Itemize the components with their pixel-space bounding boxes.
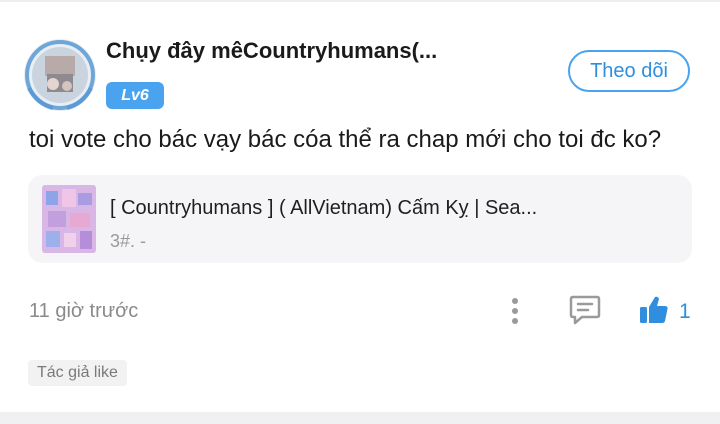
linked-story-card[interactable]: [ Countryhumans ] ( AllVietnam) Cấm Kỵ |… xyxy=(28,175,692,263)
story-thumbnail xyxy=(42,185,96,253)
level-badge: Lv6 xyxy=(106,82,164,109)
username[interactable]: Chụy đây mêCountryhumans(... xyxy=(106,38,437,64)
chat-bubble-icon[interactable] xyxy=(568,294,602,326)
bottom-divider xyxy=(0,412,720,424)
like-count: 1 xyxy=(679,300,691,323)
more-vertical-icon[interactable] xyxy=(508,296,522,326)
top-divider xyxy=(0,0,720,2)
comment-text: toi vote cho bác vạy bác cóa thể ra chap… xyxy=(29,126,662,153)
author-like-badge: Tác giả like xyxy=(28,360,127,386)
timestamp: 11 giờ trước xyxy=(29,300,139,322)
story-chapter: 3#. - xyxy=(110,231,147,251)
story-title: [ Countryhumans ] ( AllVietnam) Cấm Kỵ |… xyxy=(110,197,538,219)
thumbs-up-icon[interactable] xyxy=(638,294,670,326)
avatar[interactable] xyxy=(23,38,97,112)
follow-button[interactable]: Theo dõi xyxy=(568,50,690,92)
